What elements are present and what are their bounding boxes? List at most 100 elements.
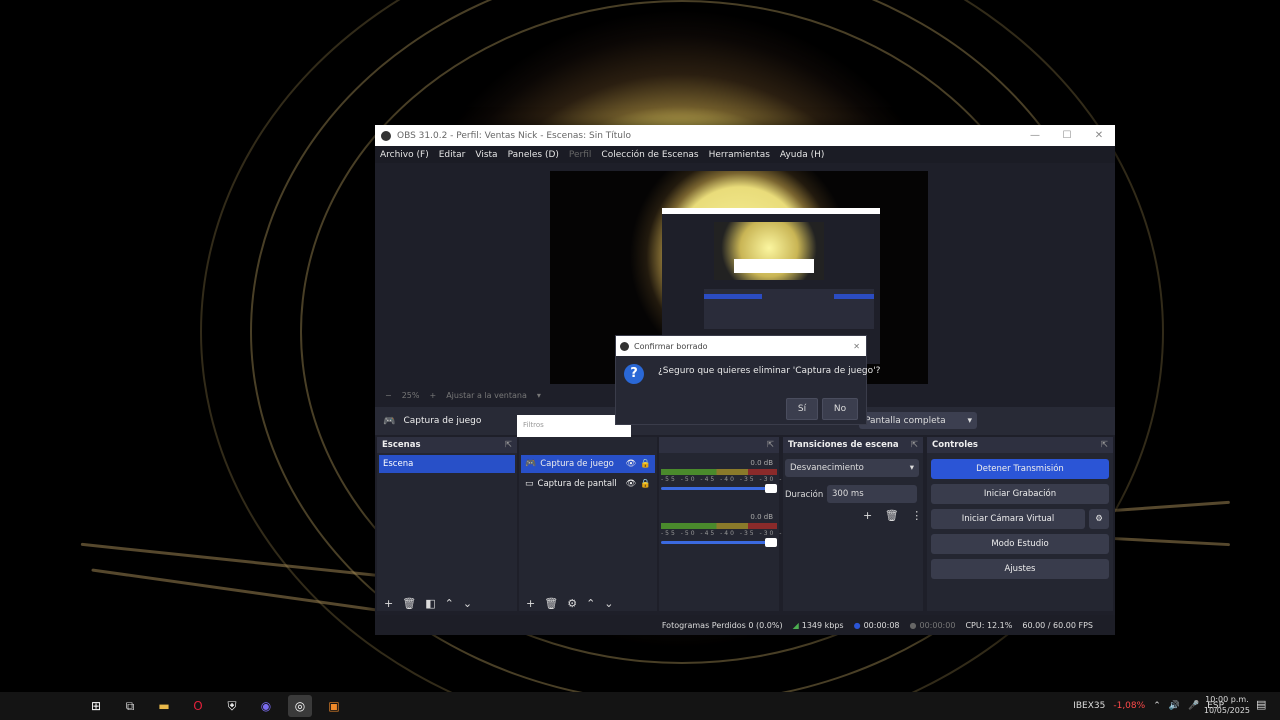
file-explorer-icon[interactable]: ▬ [152,695,176,717]
nested-highlight [834,294,874,299]
source-properties-icon[interactable]: ⚙ [567,597,577,610]
mixer-header: ⇱ [659,437,779,453]
volume-meter [661,523,777,529]
letterbox-left [0,0,80,692]
menu-perfil[interactable]: Perfil [569,150,592,160]
menu-editar[interactable]: Editar [439,150,466,160]
transition-tools: + 🗑 ⋮ [863,509,931,522]
volume-slider[interactable] [661,484,777,493]
rec-status-icon: ● [909,620,917,630]
menu-archivo[interactable]: Archivo (F) [380,150,429,160]
no-button[interactable]: No [822,398,858,420]
menu-herramientas[interactable]: Herramientas [709,150,770,160]
settings-button[interactable]: Ajustes [931,559,1109,579]
source-label: Captura de pantall [537,479,617,489]
visibility-eye-icon[interactable]: 👁 [626,459,637,469]
chevron-up-icon[interactable]: ⌃ [1153,701,1161,711]
menu-coleccion-escenas[interactable]: Colección de Escenas [601,150,698,160]
scenes-header: Escenas ⇱ [377,437,517,453]
close-icon[interactable]: ✕ [853,342,860,351]
monitor-icon: ▭ [525,479,534,489]
speaker-icon[interactable]: 🔊 [1169,701,1180,711]
add-scene-icon[interactable]: + [384,597,393,610]
sources-header [519,437,657,453]
zoom-out-icon[interactable]: − [385,391,392,400]
bitrate: 1349 kbps [801,620,844,630]
slider-knob[interactable] [765,538,777,547]
yes-button[interactable]: Sí [786,398,818,420]
menu-paneles[interactable]: Paneles (D) [508,150,559,160]
volume-slider[interactable] [661,538,777,547]
zoom-in-icon[interactable]: + [429,391,436,400]
add-transition-icon[interactable]: + [863,509,872,522]
selected-source-name: Captura de juego [403,416,482,426]
dialog-titlebar[interactable]: Confirmar borrado ✕ [616,336,866,356]
controls-header: Controles ⇱ [927,437,1113,453]
float-dock-icon[interactable]: ⇱ [505,440,512,450]
nested-dialog [734,259,814,273]
window-titlebar[interactable]: OBS 31.0.2 - Perfil: Ventas Nick - Escen… [375,125,1115,146]
more-options-icon[interactable]: ⋮ [911,509,922,522]
move-down-icon[interactable]: ⌄ [604,597,613,610]
gamepad-icon: 🎮 [383,415,396,427]
fit-to-window[interactable]: Ajustar a la ventana [446,391,527,400]
scene-filters-icon[interactable]: ◧ [425,597,435,610]
start-virtual-camera-button[interactable]: Iniciar Cámara Virtual [931,509,1085,529]
start-recording-button[interactable]: Iniciar Grabación [931,484,1109,504]
move-down-icon[interactable]: ⌄ [463,597,472,610]
source-item-display-capture[interactable]: ▭ Captura de pantall 👁 🔒 [521,475,655,493]
capture-mode-dropdown[interactable]: Pantalla completa ▾ [859,412,977,429]
studio-mode-button[interactable]: Modo Estudio [931,534,1109,554]
shield-icon[interactable]: ⛨ [220,695,244,717]
notification-icon[interactable]: ▤ [1256,698,1270,712]
transitions-header: Transiciones de escena ⇱ [783,437,923,453]
slider-knob[interactable] [765,484,777,493]
transitions-title: Transiciones de escena [788,440,899,450]
opera-icon[interactable]: O [186,695,210,717]
stock-ticker[interactable]: IBEX35 [1073,701,1105,711]
microphone-icon[interactable]: 🎤 [1188,701,1199,711]
transition-select[interactable]: Desvanecimiento ▾ [785,459,919,477]
controls-title: Controles [932,440,978,450]
remove-scene-icon[interactable]: 🗑 [402,597,416,610]
move-up-icon[interactable]: ⌃ [586,597,595,610]
duration-input[interactable]: 300 ms [827,485,917,503]
menu-ayuda[interactable]: Ayuda (H) [780,150,824,160]
minimize-button[interactable]: — [1019,130,1051,141]
zoom-level: 25% [401,390,420,400]
source-item-game-capture[interactable]: 🎮 Captura de juego 👁 🔒 [521,455,655,473]
close-button[interactable]: ✕ [1083,130,1115,141]
duration-value: 300 ms [832,489,864,499]
task-view-icon[interactable]: ⧉ [118,695,142,717]
app-icon[interactable]: ◉ [254,695,278,717]
windows-start-icon[interactable]: ⊞ [84,695,108,717]
system-tray: IBEX35 -1,08% ⌃ 🔊 🎤 ESP [1065,692,1224,720]
media-app-icon[interactable]: ▣ [322,695,346,717]
maximize-button[interactable]: ☐ [1051,130,1083,141]
obs-taskbar-icon[interactable]: ◎ [288,695,312,717]
capture-mode-value: Pantalla completa [865,415,946,426]
sources-toolbar: + 🗑 ⚙ ⌃ ⌄ [517,593,614,613]
fit-dropdown-icon[interactable]: ▾ [537,391,541,400]
gamepad-icon: 🎮 [525,459,537,469]
stream-time: 00:00:08 [863,620,900,630]
float-dock-icon[interactable]: ⇱ [911,440,918,450]
stop-streaming-button[interactable]: Detener Transmisión [931,459,1109,479]
remove-transition-icon[interactable]: 🗑 [885,509,899,522]
virtual-camera-settings-icon[interactable]: ⚙ [1089,509,1109,529]
audio-mixer-dock: ⇱ 0.0 dB -55 -50 -45 -40 -35 -30 -25 -20… [659,437,876,611]
filters-popup[interactable]: Filtros [517,415,631,437]
scene-item[interactable]: Escena [379,455,515,473]
lock-icon[interactable]: 🔒 [640,459,651,469]
clock[interactable]: 10:00 p.m. 10/05/2025 [1204,694,1250,716]
sources-dock: 🎮 Captura de juego 👁 🔒 ▭ Captura de pant… [519,437,657,611]
volume-meter [661,469,777,475]
menu-vista[interactable]: Vista [475,150,497,160]
visibility-eye-icon[interactable]: 👁 [626,479,637,489]
remove-source-icon[interactable]: 🗑 [544,597,558,610]
float-dock-icon[interactable]: ⇱ [1101,440,1108,450]
lock-icon[interactable]: 🔒 [640,479,651,489]
add-source-icon[interactable]: + [526,597,535,610]
move-up-icon[interactable]: ⌃ [445,597,454,610]
float-dock-icon[interactable]: ⇱ [767,440,774,450]
